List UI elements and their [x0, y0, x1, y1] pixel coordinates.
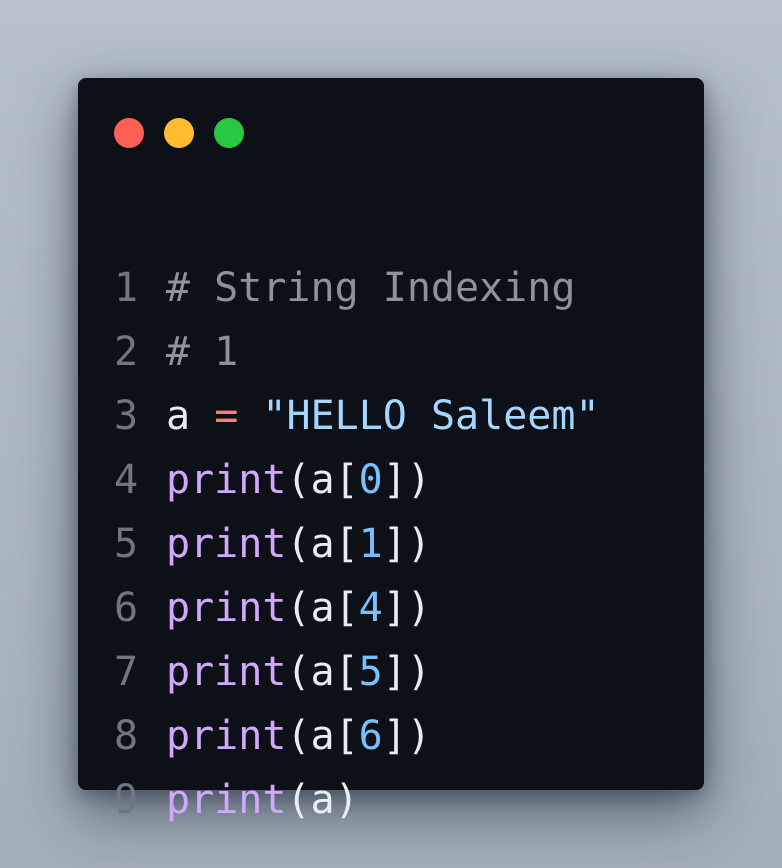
code-line: 5 print (a[1]): [114, 512, 600, 576]
code-token: ]): [382, 585, 431, 631]
code-token: # String Indexing: [166, 265, 576, 311]
window-controls: [114, 118, 244, 148]
code-block: 1 # String Indexing 2 # 1 3a = "HELLO Saleem…: [114, 256, 600, 832]
code-token: (a[: [286, 457, 359, 503]
code-token: (a[: [286, 649, 359, 695]
code-token: (a[: [286, 585, 359, 631]
line-number: 6: [114, 585, 139, 631]
code-token: print: [166, 457, 287, 503]
maximize-button[interactable]: [214, 118, 244, 148]
code-token: print: [166, 585, 287, 631]
line-number: 7: [114, 649, 139, 695]
line-number: 4: [114, 457, 139, 503]
code-token: 1: [358, 521, 383, 567]
close-button[interactable]: [114, 118, 144, 148]
code-line: 8 print (a[6]): [114, 704, 600, 768]
line-number: 2: [114, 329, 139, 375]
code-line: 4 print (a[0]): [114, 448, 600, 512]
code-window: 1 # String Indexing 2 # 1 3a = "HELLO Saleem…: [78, 78, 704, 823]
code-token: (a): [286, 777, 359, 823]
code-token: ]): [382, 713, 431, 759]
code-line: 1 # String Indexing: [114, 256, 600, 320]
code-token: a: [166, 393, 191, 439]
line-number: 3: [114, 393, 139, 439]
code-token: (a[: [286, 521, 359, 567]
code-token: "HELLO Saleem": [262, 393, 600, 439]
code-token: 5: [358, 649, 383, 695]
code-line: 9 print (a): [114, 768, 600, 832]
code-line: 2 # 1: [114, 320, 600, 384]
line-number: 8: [114, 713, 139, 759]
code-line: 6 print (a[4]): [114, 576, 600, 640]
code-token: 0: [358, 457, 383, 503]
code-token: print: [166, 713, 287, 759]
code-token: ]): [382, 521, 431, 567]
code-token: print: [166, 649, 287, 695]
code-token: print: [166, 777, 287, 823]
code-token: 6: [358, 713, 383, 759]
code-token: ]): [382, 649, 431, 695]
code-line: 7 print (a[5]): [114, 640, 600, 704]
code-token: # 1: [166, 329, 239, 375]
line-number: 5: [114, 521, 139, 567]
code-token: 4: [358, 585, 383, 631]
code-token: ]): [382, 457, 431, 503]
code-token: =: [214, 393, 239, 439]
minimize-button[interactable]: [164, 118, 194, 148]
line-number: 1: [114, 265, 139, 311]
code-line: 3a = "HELLO Saleem": [114, 384, 600, 448]
code-token: (a[: [286, 713, 359, 759]
code-token: print: [166, 521, 287, 567]
line-number: 9: [114, 777, 139, 823]
